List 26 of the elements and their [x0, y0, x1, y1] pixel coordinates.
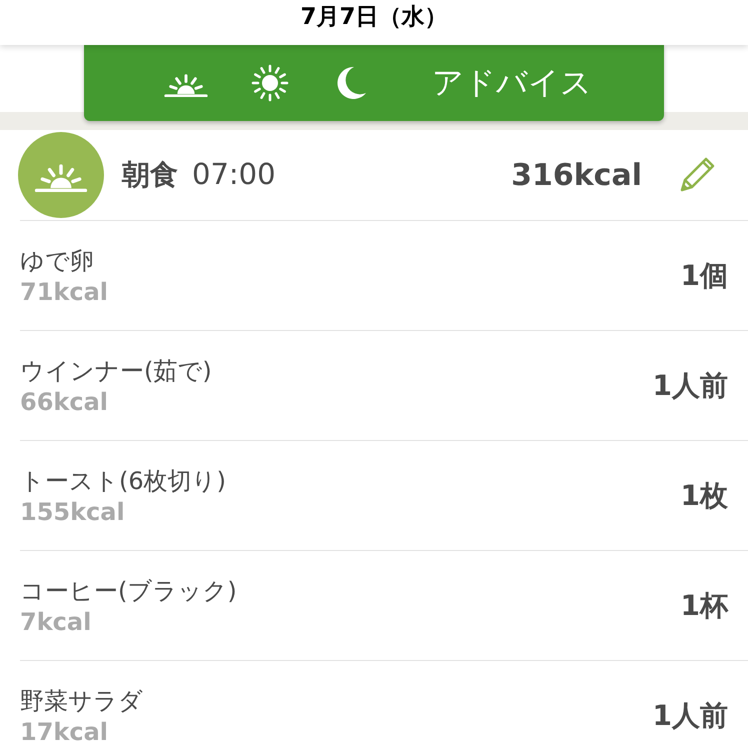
food-calories: 71kcal — [20, 276, 108, 306]
food-name: コーヒー(ブラック) — [20, 576, 237, 606]
food-name: トースト(6枚切り) — [20, 466, 226, 496]
food-row[interactable]: 野菜サラダ 17kcal 1人前 — [20, 660, 748, 755]
food-row[interactable]: ゆで卵 71kcal 1個 — [20, 220, 748, 330]
date-title: 7月7日（水） — [300, 3, 448, 32]
sun-icon — [250, 63, 290, 103]
food-calories: 66kcal — [20, 386, 110, 416]
food-row[interactable]: トースト(6枚切り) 155kcal 1枚 — [20, 440, 748, 550]
food-calories: 7kcal — [20, 606, 92, 636]
food-calories: 155kcal — [20, 496, 126, 526]
food-row[interactable]: コーヒー(ブラック) 7kcal 1杯 — [20, 550, 748, 660]
food-name: ゆで卵 — [20, 246, 95, 276]
food-amount: 1人前 — [652, 698, 728, 734]
meal-name: 朝食 — [122, 157, 178, 193]
meal-total-calories: 316kcal — [511, 156, 642, 194]
food-name: ウインナー(茹で) — [20, 356, 212, 386]
food-amount: 1枚 — [680, 478, 728, 514]
food-calories: 17kcal — [20, 716, 110, 746]
meal-time: 07:00 — [192, 156, 276, 194]
food-amount: 1杯 — [680, 588, 728, 624]
food-amount: 1個 — [680, 258, 728, 294]
food-name: 野菜サラダ — [20, 686, 143, 716]
advice-tab[interactable]: アドバイス — [432, 60, 592, 106]
food-row[interactable]: ウインナー(茹で) 66kcal 1人前 — [20, 330, 748, 440]
food-amount: 1人前 — [652, 368, 728, 404]
